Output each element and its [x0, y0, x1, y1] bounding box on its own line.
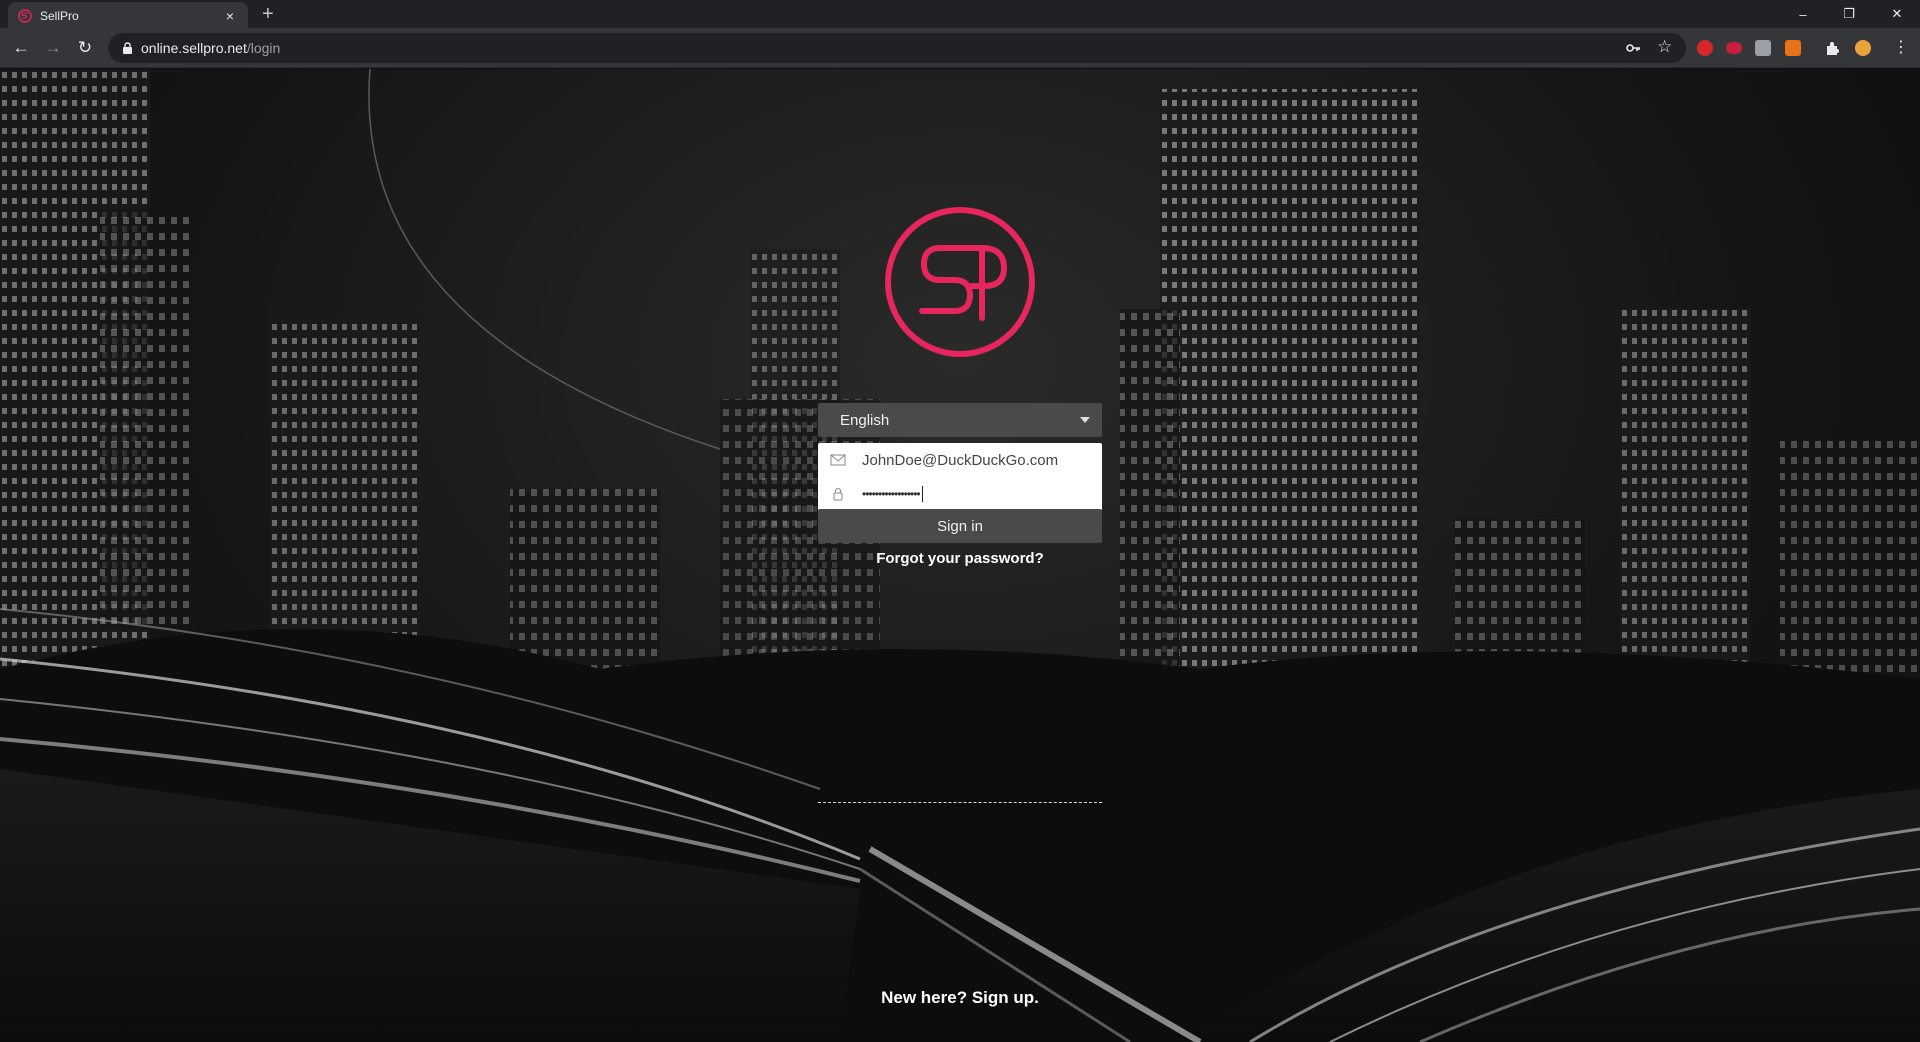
email-input[interactable]: JohnDoe@DuckDuckGo.com [862, 452, 1058, 469]
extension-video-icon[interactable] [1726, 42, 1742, 54]
extension-printer-icon[interactable] [1755, 40, 1771, 56]
signup-divider [818, 802, 1102, 803]
tab-close-icon[interactable]: × [222, 8, 238, 24]
key-icon[interactable] [1625, 40, 1641, 56]
login-page: English JohnDoe@DuckDuckGo.com •••••••••… [0, 69, 1920, 1042]
extension-off-icon[interactable] [1785, 40, 1801, 56]
chevron-down-icon [1080, 417, 1090, 423]
profile-avatar-icon[interactable] [1855, 40, 1871, 56]
back-button[interactable]: ← [10, 37, 32, 59]
credentials-box: JohnDoe@DuckDuckGo.com •••••••••••••••••… [818, 443, 1102, 511]
browser-toolbar: ← → ↻ online.sellpro.net/login ☆ ⋮ [0, 28, 1920, 68]
menu-kebab-icon[interactable]: ⋮ [1893, 37, 1909, 57]
sign-in-button[interactable]: Sign in [818, 509, 1102, 543]
browser-tab[interactable]: SellPro × [8, 2, 248, 30]
restore-button[interactable]: ❐ [1826, 0, 1872, 28]
sign-up-link[interactable]: New here? Sign up. [818, 988, 1102, 1008]
address-bar[interactable]: online.sellpro.net/login [108, 33, 1686, 63]
browser-tab-strip: SellPro × + – ❐ ✕ [0, 0, 1920, 30]
lock-icon [123, 42, 132, 54]
password-field[interactable]: •••••••••••••••••• [818, 477, 1102, 511]
text-cursor [921, 486, 923, 502]
minimize-button[interactable]: – [1780, 0, 1826, 28]
url-host: online.sellpro.net [141, 40, 247, 56]
email-field[interactable]: JohnDoe@DuckDuckGo.com [818, 443, 1102, 477]
bookmark-star-icon[interactable]: ☆ [1657, 37, 1672, 57]
language-select[interactable]: English [818, 403, 1102, 437]
extension-adblock-icon[interactable] [1697, 40, 1713, 56]
url-path: /login [246, 40, 281, 56]
tab-title: SellPro [40, 9, 79, 23]
envelope-icon [830, 454, 846, 466]
lock-icon [833, 487, 843, 501]
language-select-value: English [840, 411, 890, 429]
new-tab-button[interactable]: + [262, 4, 274, 24]
password-input[interactable]: •••••••••••••••••• [862, 487, 921, 501]
forward-button[interactable]: → [42, 37, 64, 59]
reload-button[interactable]: ↻ [74, 37, 96, 59]
sellpro-logo-icon [885, 207, 1035, 357]
forgot-password-link[interactable]: Forgot your password? [818, 550, 1102, 567]
extensions-puzzle-icon[interactable] [1825, 40, 1841, 56]
close-window-button[interactable]: ✕ [1874, 0, 1920, 28]
sellpro-favicon-icon [18, 9, 32, 23]
